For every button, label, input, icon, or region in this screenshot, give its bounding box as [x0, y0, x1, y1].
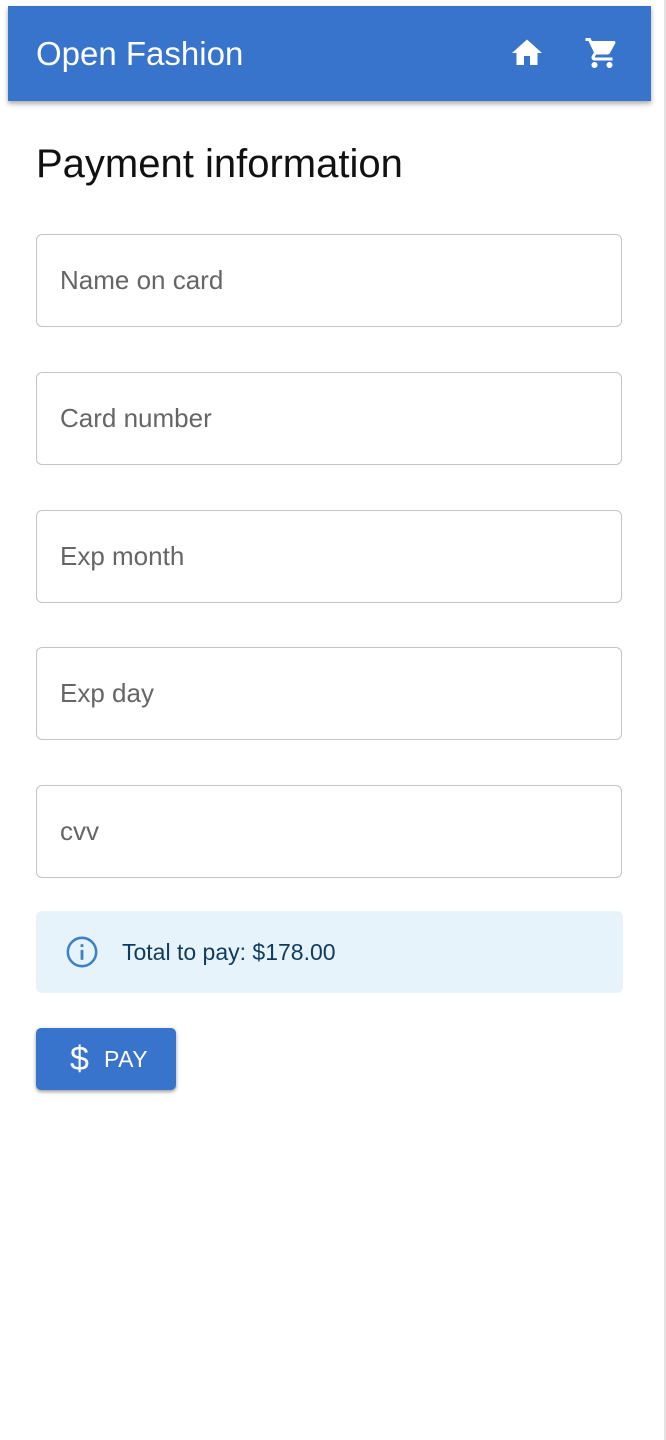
name-on-card-field[interactable] — [36, 234, 622, 327]
cart-button[interactable] — [582, 33, 622, 73]
cvv-input[interactable] — [37, 786, 621, 877]
total-info-alert: Total to pay: $178.00 — [36, 911, 623, 993]
brand-title[interactable]: Open Fashion — [36, 34, 243, 74]
name-on-card-input[interactable] — [37, 235, 621, 326]
card-number-field[interactable] — [36, 372, 622, 465]
pay-button-label: PAY — [104, 1046, 149, 1072]
card-number-input[interactable] — [37, 373, 621, 464]
exp-month-input[interactable] — [37, 511, 621, 602]
cvv-field[interactable] — [36, 785, 622, 878]
home-icon — [512, 39, 542, 65]
info-icon — [66, 936, 98, 968]
dollar-icon: $ — [70, 1040, 89, 1078]
page-title: Payment information — [36, 142, 403, 186]
exp-month-field[interactable] — [36, 510, 622, 603]
app-bar: Open Fashion — [8, 6, 651, 101]
home-button[interactable] — [507, 33, 547, 73]
pay-button[interactable]: $ PAY — [36, 1028, 176, 1090]
payment-page: Open Fashion Payment information Name on… — [0, 0, 666, 1440]
exp-day-input[interactable] — [37, 648, 621, 739]
total-to-pay-text: Total to pay: $178.00 — [122, 939, 336, 965]
exp-day-field[interactable] — [36, 647, 622, 740]
shopping-cart-icon — [585, 38, 616, 68]
